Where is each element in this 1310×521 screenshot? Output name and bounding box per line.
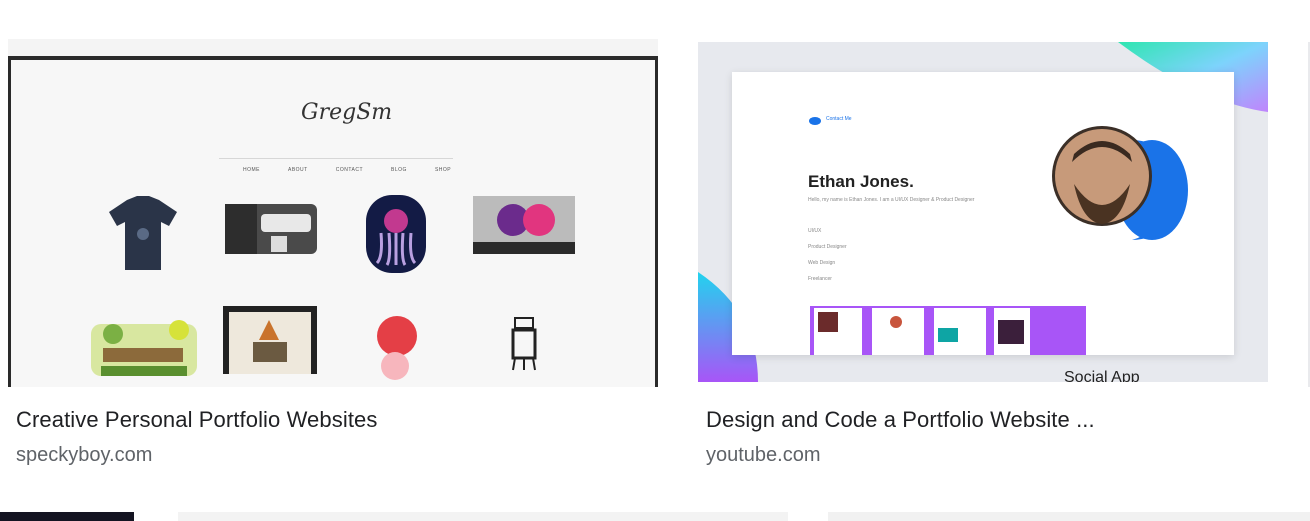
hero-intro: Hello, my name is Ethan Jones. I am a UI… bbox=[808, 197, 975, 203]
result-title[interactable]: Design and Code a Portfolio Website ... bbox=[706, 407, 1095, 433]
robot-figure-image bbox=[377, 316, 417, 380]
brand-icon bbox=[809, 117, 821, 125]
nav-item: CONTACT bbox=[335, 167, 364, 173]
skill-item: Product Designer bbox=[808, 244, 847, 250]
section-heading: Social App bbox=[1064, 369, 1140, 382]
site-nav: HOME ABOUT CONTACT BLOG SHOP bbox=[243, 167, 451, 173]
easel-image bbox=[511, 317, 537, 371]
nav-item: SHOP bbox=[434, 167, 452, 173]
result-source[interactable]: speckyboy.com bbox=[16, 444, 152, 467]
skill-item: Web Design bbox=[808, 260, 836, 266]
result-thumbnail-2[interactable]: Contact Me Ethan Jones. Hello, my name i… bbox=[698, 42, 1268, 382]
octopus-poster-image bbox=[366, 195, 426, 273]
app-screens-preview bbox=[810, 306, 1086, 355]
park-illustration-image bbox=[91, 320, 197, 376]
avatar-photo bbox=[1052, 126, 1188, 240]
result-source[interactable]: youtube.com bbox=[706, 444, 821, 467]
nav-item: BLOG bbox=[391, 167, 407, 173]
vinyl-record-image bbox=[473, 196, 575, 254]
result-thumbnail-1[interactable]: GregSm HOME ABOUT CONTACT BLOG SHOP bbox=[8, 39, 658, 387]
thumbnail-frame: GregSm HOME ABOUT CONTACT BLOG SHOP bbox=[8, 56, 658, 387]
hero-name: Ethan Jones. bbox=[808, 172, 914, 191]
skill-item: UI/UX bbox=[808, 228, 822, 234]
coffee-machine-image bbox=[225, 204, 317, 254]
tshirt-image bbox=[109, 196, 177, 270]
nav-item: HOME bbox=[243, 167, 260, 173]
next-row-thumbnail[interactable] bbox=[0, 512, 134, 521]
skill-item: Freelancer bbox=[808, 276, 832, 282]
framed-artwork-image bbox=[223, 306, 317, 374]
brand-label: Contact Me bbox=[826, 116, 852, 122]
site-logo: GregSm bbox=[301, 100, 393, 125]
nav-item: ABOUT bbox=[288, 167, 308, 173]
portfolio-page-mock: Contact Me Ethan Jones. Hello, my name i… bbox=[732, 72, 1234, 382]
next-row-thumbnail[interactable] bbox=[178, 512, 788, 521]
nav-divider bbox=[219, 158, 453, 159]
next-row-thumbnail[interactable] bbox=[828, 512, 1310, 521]
result-title[interactable]: Creative Personal Portfolio Websites bbox=[16, 407, 377, 433]
